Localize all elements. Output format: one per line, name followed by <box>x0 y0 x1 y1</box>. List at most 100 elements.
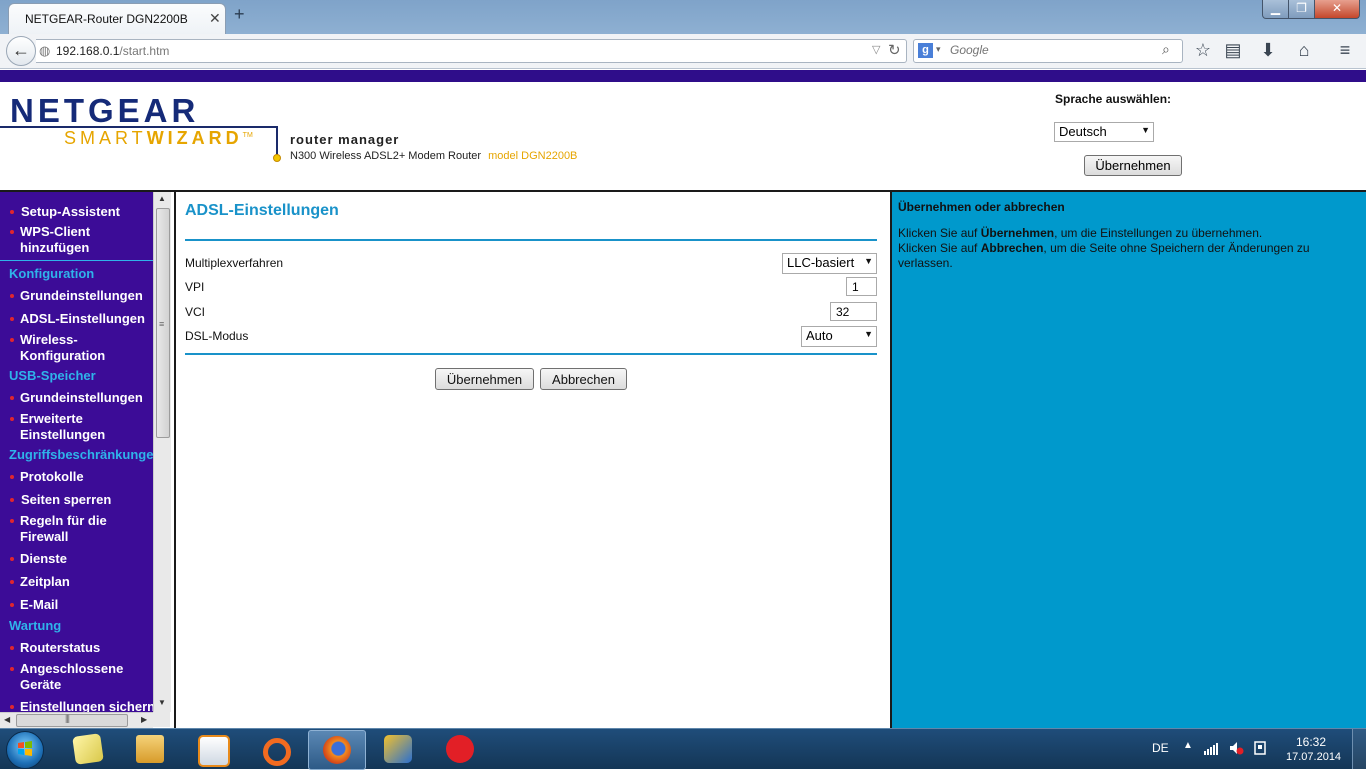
language-select[interactable]: Deutsch ▼ <box>1054 122 1154 142</box>
language-label: Sprache auswählen: <box>1055 92 1172 106</box>
help-title: Übernehmen oder abbrechen <box>898 200 1065 214</box>
scroll-left-icon[interactable]: ◀ <box>4 715 10 724</box>
network-signal-icon[interactable] <box>1203 740 1219 756</box>
url-host: 192.168.0.1 <box>56 44 120 58</box>
adsl-settings-panel: ADSL-Einstellungen Multiplexverfahren LL… <box>176 192 890 728</box>
gamepad-icon <box>384 735 412 763</box>
home-icon[interactable]: ⌂ <box>1293 40 1315 61</box>
clock-date[interactable]: 17.07.2014 <box>1286 751 1341 763</box>
bullet-icon <box>10 396 14 400</box>
taskbar-app-media-player[interactable] <box>184 730 240 768</box>
help-line1-suffix: , um die Einstellungen zu übernehmen. <box>1054 226 1263 240</box>
sidebar-item-label: E-Mail <box>20 597 59 612</box>
taskbar-app-sticky-notes[interactable] <box>60 730 116 768</box>
vci-field[interactable] <box>830 302 877 321</box>
search-input[interactable] <box>948 42 1152 58</box>
start-button[interactable] <box>6 731 44 769</box>
cancel-button[interactable]: Abbrechen <box>540 368 627 390</box>
vpi-field[interactable] <box>846 277 877 296</box>
back-button[interactable]: ← <box>6 36 36 66</box>
sidebar-item-label: Zeitplan <box>20 574 70 589</box>
scroll-up-icon[interactable]: ▲ <box>158 194 166 203</box>
maximize-button[interactable]: ❐ <box>1288 0 1315 19</box>
sidebar-divider <box>0 260 153 261</box>
taskbar-app-firefox[interactable] <box>308 730 366 770</box>
taskbar-app-origin[interactable] <box>246 730 302 768</box>
language-select-value: Deutsch <box>1059 124 1107 139</box>
sidebar-item-label: Setup-Assistent <box>21 204 120 219</box>
bullet-icon <box>10 667 14 671</box>
router-model: model DGN2200B <box>488 150 578 162</box>
url-bar[interactable]: ◍ 192.168.0.1/start.htm ▽ ↻ <box>36 39 907 63</box>
help-text: Klicken Sie auf Übernehmen, um die Einst… <box>898 226 1338 271</box>
dsl-mode-select[interactable]: Auto ▼ <box>801 326 877 347</box>
multiplex-select-value: LLC-basiert <box>787 255 855 270</box>
show-hidden-icons-icon[interactable]: ▲ <box>1183 740 1193 751</box>
firefox-icon <box>323 736 351 764</box>
logo-brand: NETGEAR <box>10 92 200 129</box>
help-line2-prefix: Klicken Sie auf <box>898 241 981 255</box>
sidebar-horizontal-scrollbar[interactable]: ◀ ||| ▶ <box>0 712 153 728</box>
grip-icon: ≡ <box>159 319 165 329</box>
help-line1-bold: Übernehmen <box>980 226 1055 240</box>
scroll-down-icon[interactable]: ▼ <box>158 698 166 707</box>
menu-icon[interactable]: ≡ <box>1334 40 1356 61</box>
taskbar-app-games[interactable] <box>370 730 426 768</box>
vpi-label: VPI <box>185 280 205 294</box>
bullet-icon <box>10 230 14 234</box>
help-line1-prefix: Klicken Sie auf <box>898 226 981 240</box>
url-dropdown-icon[interactable]: ▽ <box>872 43 880 56</box>
tab-close-icon[interactable]: ✕ <box>209 10 221 27</box>
action-center-icon[interactable] <box>1252 740 1268 756</box>
bullet-icon <box>10 557 14 561</box>
logo-smart: SMART <box>64 128 147 148</box>
back-arrow-icon: ← <box>12 40 30 60</box>
reload-icon[interactable]: ↻ <box>888 41 901 59</box>
sidebar-section-usb: USB-Speicher <box>9 368 96 383</box>
bullet-icon <box>10 317 14 321</box>
apply-button[interactable]: Übernehmen <box>435 368 534 390</box>
download-icon[interactable]: ⬇ <box>1257 40 1279 61</box>
scrollbar-thumb[interactable]: ≡ <box>156 208 170 438</box>
scroll-right-icon[interactable]: ▶ <box>141 715 147 724</box>
bullet-icon <box>10 210 14 214</box>
browser-navbar: ← ◍ 192.168.0.1/start.htm ▽ ↻ g ▾ ⌕ ☆ ▤ … <box>0 34 1366 69</box>
sidebar-item-label: Angeschlossene Geräte <box>20 661 124 692</box>
language-apply-button[interactable]: Übernehmen <box>1084 155 1182 176</box>
show-desktop-button[interactable] <box>1352 729 1366 769</box>
sidebar-item-label: Wireless-Konfiguration <box>20 332 106 363</box>
volume-muted-icon[interactable] <box>1228 740 1244 756</box>
google-icon[interactable]: g <box>918 43 933 58</box>
taskbar-app-calendar[interactable] <box>432 730 488 768</box>
logo-tm: TM <box>242 132 253 139</box>
minimize-button[interactable]: ▁ <box>1262 0 1289 19</box>
taskbar-app-explorer[interactable] <box>122 730 178 768</box>
multiplex-select[interactable]: LLC-basiert ▼ <box>782 253 877 274</box>
sidebar-item-label: Regeln für die Firewall <box>20 513 107 544</box>
new-tab-icon[interactable]: + <box>234 4 245 25</box>
search-icon[interactable]: ⌕ <box>1162 41 1170 58</box>
search-engine-dropdown-icon[interactable]: ▾ <box>936 44 941 55</box>
bullet-icon <box>10 417 14 421</box>
url-text[interactable]: 192.168.0.1/start.htm <box>56 44 169 58</box>
globe-icon: ◍ <box>39 43 51 58</box>
router-manager-title: router manager <box>290 132 400 147</box>
top-accent-bar <box>0 70 1366 82</box>
bookmark-star-icon[interactable]: ☆ <box>1192 40 1214 61</box>
sidebar-vertical-scrollbar[interactable]: ▲ ≡ ▼ <box>153 192 171 712</box>
search-bar[interactable]: g ▾ ⌕ <box>913 39 1183 63</box>
scrollbar-corner <box>153 712 170 727</box>
grip-icon: ||| <box>65 713 70 723</box>
sticky-notes-icon <box>72 733 104 765</box>
window-close-button[interactable]: ✕ <box>1314 0 1360 19</box>
bookmarks-list-icon[interactable]: ▤ <box>1222 40 1244 61</box>
bullet-icon <box>10 475 14 479</box>
folder-icon <box>136 735 164 763</box>
clock-time[interactable]: 16:32 <box>1296 735 1326 749</box>
browser-tab[interactable]: NETGEAR-Router DGN2200B ✕ <box>8 3 226 35</box>
scrollbar-thumb[interactable]: ||| <box>16 713 128 727</box>
sidebar-item-label: Erweiterte Einstellungen <box>20 411 106 442</box>
keyboard-language[interactable]: DE <box>1152 741 1169 755</box>
bullet-icon <box>10 294 14 298</box>
browser-titlebar: NETGEAR-Router DGN2200B ✕ + ▁ ❐ ✕ <box>0 0 1366 35</box>
